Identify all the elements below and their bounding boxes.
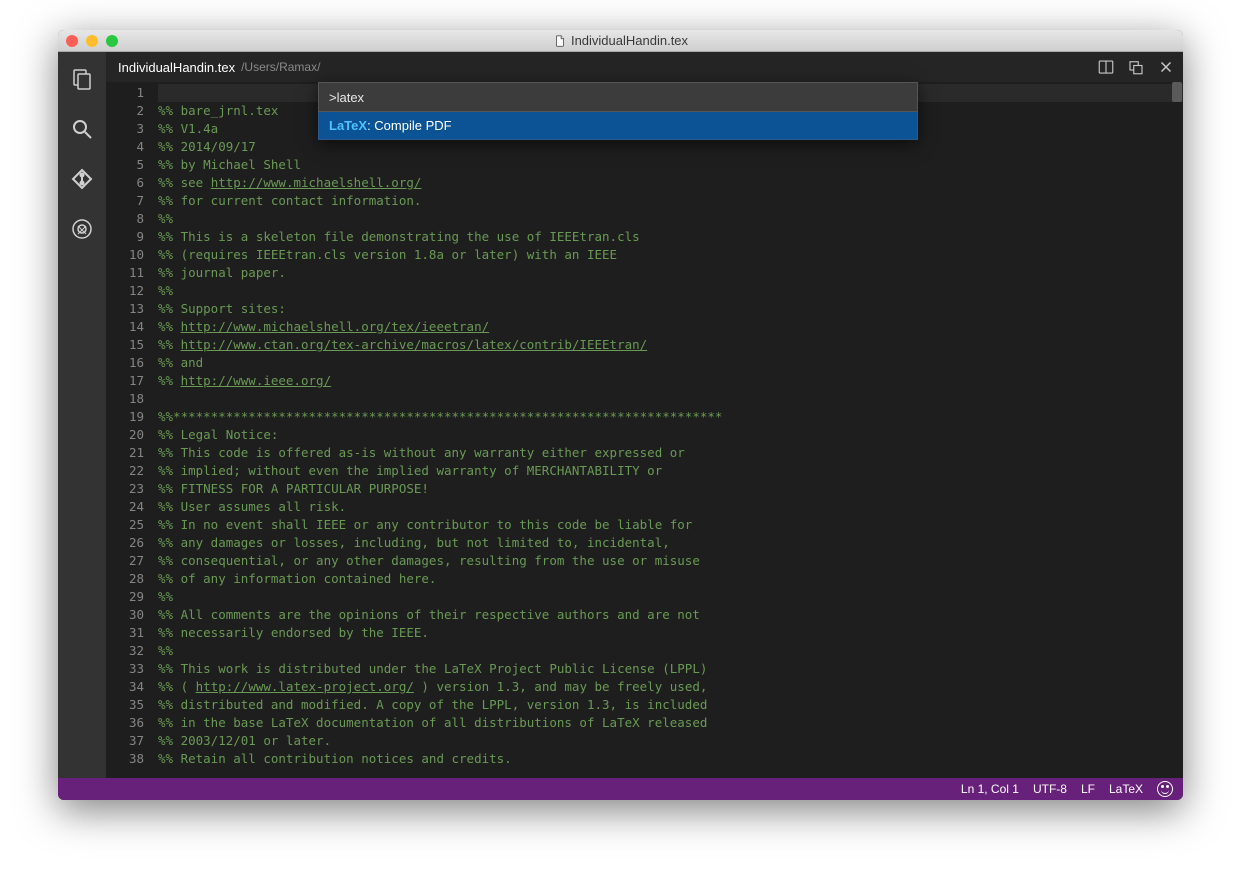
code-line[interactable]: %% ( http://www.latex-project.org/ ) ver… <box>158 678 1183 696</box>
activity-bar <box>58 52 106 778</box>
debug-icon[interactable] <box>69 216 95 242</box>
code-line[interactable]: %% All comments are the opinions of thei… <box>158 606 1183 624</box>
more-actions-icon[interactable] <box>1127 58 1145 76</box>
code-line[interactable]: %% journal paper. <box>158 264 1183 282</box>
traffic-lights <box>58 35 118 47</box>
code-line[interactable]: %% User assumes all risk. <box>158 498 1183 516</box>
code-line[interactable]: %% distributed and modified. A copy of t… <box>158 696 1183 714</box>
tab-filename[interactable]: IndividualHandin.tex <box>118 60 235 75</box>
code-line[interactable]: %% by Michael Shell <box>158 156 1183 174</box>
code-line[interactable]: %% 2003/12/01 or later. <box>158 732 1183 750</box>
editor-area: IndividualHandin.tex /Users/Ramax/ 12345… <box>106 52 1183 778</box>
code-line[interactable]: %% Support sites: <box>158 300 1183 318</box>
titlebar: IndividualHandin.tex <box>58 30 1183 52</box>
code-line[interactable]: %% FITNESS FOR A PARTICULAR PURPOSE! <box>158 480 1183 498</box>
code-line[interactable]: %% This work is distributed under the La… <box>158 660 1183 678</box>
code-line[interactable]: %% This is a skeleton file demonstrating… <box>158 228 1183 246</box>
feedback-icon[interactable] <box>1157 781 1173 797</box>
code-content[interactable]: %% bare_jrnl.tex%% V1.4a%% 2014/09/17%% … <box>158 82 1183 778</box>
minimize-window-button[interactable] <box>86 35 98 47</box>
code-line[interactable]: %% Legal Notice: <box>158 426 1183 444</box>
code-line[interactable]: %% <box>158 588 1183 606</box>
editor-body: IndividualHandin.tex /Users/Ramax/ 12345… <box>58 52 1183 778</box>
code-line[interactable]: %% 2014/09/17 <box>158 138 1183 156</box>
search-icon[interactable] <box>69 116 95 142</box>
code-line[interactable]: %% Retain all contribution notices and c… <box>158 750 1183 768</box>
explorer-icon[interactable] <box>69 66 95 92</box>
command-palette-item-highlight: LaTeX <box>329 118 367 133</box>
status-encoding[interactable]: UTF-8 <box>1033 782 1067 796</box>
code-line[interactable]: %% consequential, or any other damages, … <box>158 552 1183 570</box>
code-line[interactable] <box>158 390 1183 408</box>
git-icon[interactable] <box>69 166 95 192</box>
code-line[interactable]: %% <box>158 282 1183 300</box>
command-palette: LaTeX: Compile PDF <box>318 82 918 140</box>
command-palette-item[interactable]: LaTeX: Compile PDF <box>318 112 918 140</box>
code-line[interactable]: %% This code is offered as-is without an… <box>158 444 1183 462</box>
code-line[interactable]: %% and <box>158 354 1183 372</box>
code-line[interactable]: %% implied; without even the implied war… <box>158 462 1183 480</box>
code-line[interactable]: %%**************************************… <box>158 408 1183 426</box>
code-line[interactable]: %% for current contact information. <box>158 192 1183 210</box>
code-line[interactable]: %% any damages or losses, including, but… <box>158 534 1183 552</box>
zoom-window-button[interactable] <box>106 35 118 47</box>
status-position[interactable]: Ln 1, Col 1 <box>961 782 1019 796</box>
status-language[interactable]: LaTeX <box>1109 782 1143 796</box>
window-title-text: IndividualHandin.tex <box>571 33 688 48</box>
close-window-button[interactable] <box>66 35 78 47</box>
code-line[interactable]: %% <box>158 642 1183 660</box>
document-icon <box>553 34 567 48</box>
close-tab-icon[interactable] <box>1157 58 1175 76</box>
line-number-gutter: 1234567891011121314151617181920212223242… <box>106 82 158 778</box>
code-line[interactable]: %% http://www.ctan.org/tex-archive/macro… <box>158 336 1183 354</box>
tab-path: /Users/Ramax/ <box>241 60 320 74</box>
code-line[interactable]: %% <box>158 210 1183 228</box>
code-line[interactable]: %% In no event shall IEEE or any contrib… <box>158 516 1183 534</box>
code-line[interactable]: %% in the base LaTeX documentation of al… <box>158 714 1183 732</box>
statusbar: Ln 1, Col 1 UTF-8 LF LaTeX <box>58 778 1183 800</box>
code-line[interactable]: %% http://www.ieee.org/ <box>158 372 1183 390</box>
code-line[interactable]: %% of any information contained here. <box>158 570 1183 588</box>
command-palette-input[interactable] <box>318 82 918 112</box>
tabbar: IndividualHandin.tex /Users/Ramax/ <box>106 52 1183 82</box>
vertical-scrollbar[interactable] <box>1171 82 1183 778</box>
code-line[interactable]: %% http://www.michaelshell.org/tex/ieeet… <box>158 318 1183 336</box>
window-title: IndividualHandin.tex <box>58 33 1183 48</box>
status-eol[interactable]: LF <box>1081 782 1095 796</box>
code-line[interactable]: %% (requires IEEEtran.cls version 1.8a o… <box>158 246 1183 264</box>
command-palette-item-text: : Compile PDF <box>367 118 452 133</box>
code-line[interactable]: %% see http://www.michaelshell.org/ <box>158 174 1183 192</box>
code-editor[interactable]: 1234567891011121314151617181920212223242… <box>106 82 1183 778</box>
editor-window: IndividualHandin.tex IndividualHandin.te… <box>58 30 1183 800</box>
code-line[interactable]: %% necessarily endorsed by the IEEE. <box>158 624 1183 642</box>
scrollbar-thumb[interactable] <box>1172 82 1182 102</box>
split-editor-icon[interactable] <box>1097 58 1115 76</box>
